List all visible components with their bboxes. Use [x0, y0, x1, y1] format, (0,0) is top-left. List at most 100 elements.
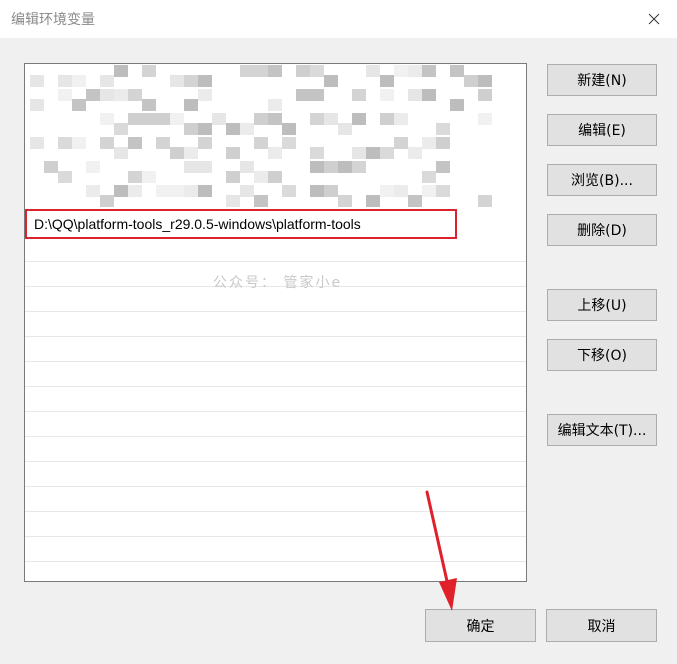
blur-pixel	[72, 75, 86, 87]
blur-pixel	[324, 161, 338, 173]
blur-pixel	[240, 123, 254, 135]
edit-button[interactable]: 编辑(E)	[547, 114, 657, 146]
blur-pixel	[170, 75, 184, 87]
blur-pixel	[114, 185, 128, 197]
blur-pixel	[478, 195, 492, 207]
blur-pixel	[310, 147, 324, 159]
blur-pixel	[240, 185, 254, 197]
blur-pixel	[436, 123, 450, 135]
blur-pixel	[254, 195, 268, 207]
blur-pixel	[394, 185, 408, 197]
blur-pixel	[198, 161, 212, 173]
blur-pixel	[310, 65, 324, 77]
blur-pixel	[282, 123, 296, 135]
close-button[interactable]	[631, 0, 677, 38]
blur-pixel	[198, 185, 212, 197]
blur-pixel	[380, 147, 394, 159]
blur-pixel	[58, 137, 72, 149]
blur-pixel	[408, 147, 422, 159]
blur-pixel	[184, 161, 198, 173]
blur-pixel	[72, 137, 86, 149]
edit-text-button[interactable]: 编辑文本(T)...	[547, 414, 657, 446]
delete-button[interactable]: 删除(D)	[547, 214, 657, 246]
blur-pixel	[212, 113, 226, 125]
list-row[interactable]	[25, 312, 526, 337]
blur-pixel	[380, 75, 394, 87]
blur-pixel	[114, 65, 128, 77]
selected-path-row[interactable]: D:\QQ\platform-tools_r29.0.5-windows\pla…	[25, 209, 457, 239]
blur-pixel	[310, 113, 324, 125]
blur-pixel	[352, 89, 366, 101]
blur-pixel	[268, 65, 282, 77]
browse-button[interactable]: 浏览(B)...	[547, 164, 657, 196]
blur-pixel	[268, 171, 282, 183]
blur-pixel	[366, 195, 380, 207]
blur-pixel	[128, 171, 142, 183]
list-row[interactable]	[25, 387, 526, 412]
blur-pixel	[142, 113, 156, 125]
blur-pixel	[422, 171, 436, 183]
blur-pixel	[100, 89, 114, 101]
blur-pixel	[128, 137, 142, 149]
blur-pixel	[380, 185, 394, 197]
blur-pixel	[324, 185, 338, 197]
blur-pixel	[338, 123, 352, 135]
blur-pixel	[58, 75, 72, 87]
list-row[interactable]	[25, 337, 526, 362]
blur-pixel	[184, 185, 198, 197]
move-up-button[interactable]: 上移(U)	[547, 289, 657, 321]
blur-pixel	[128, 89, 142, 101]
blur-pixel	[338, 195, 352, 207]
blur-pixel	[366, 147, 380, 159]
blur-pixel	[142, 171, 156, 183]
blur-pixel	[226, 195, 240, 207]
blur-pixel	[436, 137, 450, 149]
list-row[interactable]	[25, 362, 526, 387]
blur-pixel	[198, 75, 212, 87]
blur-pixel	[380, 89, 394, 101]
blur-pixel	[296, 89, 310, 101]
blur-pixel	[240, 161, 254, 173]
blur-pixel	[394, 65, 408, 77]
blur-pixel	[100, 195, 114, 207]
blur-pixel	[226, 147, 240, 159]
blur-pixel	[324, 113, 338, 125]
blur-pixel	[450, 99, 464, 111]
blur-pixel	[184, 75, 198, 87]
blur-pixel	[156, 185, 170, 197]
blur-pixel	[352, 161, 366, 173]
move-down-button[interactable]: 下移(O)	[547, 339, 657, 371]
blur-pixel	[254, 137, 268, 149]
blur-pixel	[268, 147, 282, 159]
list-row[interactable]	[25, 237, 526, 262]
blur-pixel	[394, 137, 408, 149]
list-row[interactable]	[25, 437, 526, 462]
new-button[interactable]: 新建(N)	[547, 64, 657, 96]
blur-pixel	[142, 99, 156, 111]
blur-pixel	[142, 65, 156, 77]
blur-pixel	[58, 171, 72, 183]
blur-pixel	[408, 89, 422, 101]
blur-pixel	[422, 185, 436, 197]
list-row[interactable]	[25, 462, 526, 487]
blur-pixel	[282, 185, 296, 197]
cancel-button[interactable]: 取消	[546, 609, 657, 642]
blur-pixel	[100, 137, 114, 149]
blur-pixel	[100, 75, 114, 87]
close-icon	[648, 10, 660, 29]
dialog-title: 编辑环境变量	[11, 12, 95, 28]
blur-pixel	[324, 75, 338, 87]
list-row[interactable]	[25, 412, 526, 437]
blur-pixel	[296, 65, 310, 77]
blurred-entries	[30, 65, 492, 210]
blur-pixel	[422, 89, 436, 101]
blur-pixel	[254, 113, 268, 125]
blur-pixel	[114, 89, 128, 101]
blur-pixel	[226, 171, 240, 183]
blur-pixel	[86, 185, 100, 197]
blur-pixel	[310, 161, 324, 173]
blur-pixel	[310, 185, 324, 197]
blur-pixel	[30, 137, 44, 149]
blur-pixel	[72, 99, 86, 111]
blur-pixel	[198, 89, 212, 101]
